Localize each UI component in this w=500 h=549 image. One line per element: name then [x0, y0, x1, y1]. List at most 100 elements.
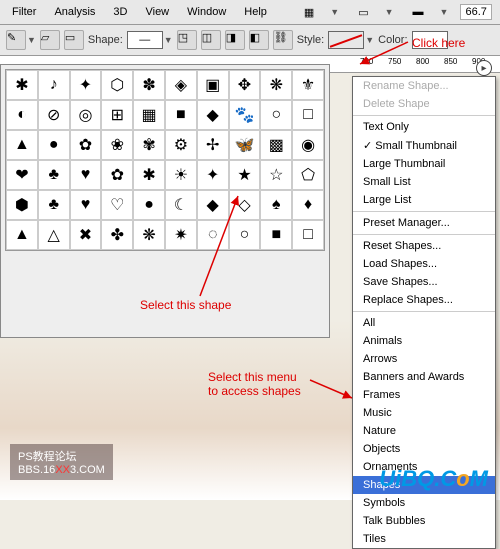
menu-help[interactable]: Help: [238, 4, 273, 20]
menu-item-large-list[interactable]: Large List: [353, 191, 495, 209]
menu-item-replace[interactable]: Replace Shapes...: [353, 291, 495, 309]
bridge-icon[interactable]: ▦: [297, 1, 321, 23]
view-extras-icon[interactable]: ▭: [351, 1, 375, 23]
shape-cell[interactable]: ☀: [165, 160, 197, 190]
shape-cell[interactable]: ⬠: [292, 160, 324, 190]
pen-tool-icon[interactable]: ✎: [6, 30, 26, 50]
shape-cell[interactable]: ♪: [38, 70, 70, 100]
shape-cell[interactable]: 🦋: [229, 130, 261, 160]
shape-cell[interactable]: ✱: [6, 70, 38, 100]
shape-cell[interactable]: ✷: [165, 220, 197, 250]
menu-view[interactable]: View: [139, 4, 175, 20]
shape-cell[interactable]: ✤: [101, 220, 133, 250]
shape-cell[interactable]: ●: [38, 130, 70, 160]
menu-item-banners[interactable]: Banners and Awards: [353, 368, 495, 386]
shape-cell[interactable]: ⬢: [6, 190, 38, 220]
shape-cell[interactable]: △: [38, 220, 70, 250]
shape-cell[interactable]: ⚙: [165, 130, 197, 160]
shape-cell[interactable]: ❀: [101, 130, 133, 160]
menu-window[interactable]: Window: [181, 4, 232, 20]
shape-cell[interactable]: ♦: [292, 190, 324, 220]
shape-cell[interactable]: ✦: [197, 160, 229, 190]
shape-cell[interactable]: ☾: [165, 190, 197, 220]
shape-cell[interactable]: ◆: [197, 190, 229, 220]
shape-cell[interactable]: ◐: [6, 100, 38, 130]
shape-cell[interactable]: ✦: [70, 70, 102, 100]
shape-cell[interactable]: ◉: [292, 130, 324, 160]
shape-cell[interactable]: □: [292, 220, 324, 250]
menu-item-objects[interactable]: Objects: [353, 440, 495, 458]
shape-cell[interactable]: ⚜: [292, 70, 324, 100]
link-icon[interactable]: ⛓: [273, 30, 293, 50]
shape-cell[interactable]: ▦: [133, 100, 165, 130]
shape-cell[interactable]: ❋: [133, 220, 165, 250]
screen-mode-icon[interactable]: ▬: [406, 1, 431, 23]
flyout-button[interactable]: ▸: [476, 60, 492, 76]
shape-cell[interactable]: ◈: [165, 70, 197, 100]
menu-item-all[interactable]: All: [353, 314, 495, 332]
shape-cell[interactable]: ♥: [70, 160, 102, 190]
paths-icon[interactable]: ▭: [64, 30, 84, 50]
menu-item-load[interactable]: Load Shapes...: [353, 255, 495, 273]
shape-cell[interactable]: ♥: [70, 190, 102, 220]
shape-cell[interactable]: ✱: [133, 160, 165, 190]
style-picker[interactable]: [328, 31, 364, 49]
shape-cell[interactable]: ✖: [70, 220, 102, 250]
menu-analysis[interactable]: Analysis: [48, 4, 101, 20]
menu-item-frames[interactable]: Frames: [353, 386, 495, 404]
shape-cell[interactable]: ◌: [197, 220, 229, 250]
shape-cell[interactable]: ◎: [70, 100, 102, 130]
shape-cell[interactable]: ■: [260, 220, 292, 250]
menu-item-save[interactable]: Save Shapes...: [353, 273, 495, 291]
menu-item-tiles[interactable]: Tiles: [353, 530, 495, 548]
shape-cell[interactable]: ⬡: [101, 70, 133, 100]
shape-cell[interactable]: ▩: [260, 130, 292, 160]
shape-cell[interactable]: ✾: [133, 130, 165, 160]
menu-item-symbols[interactable]: Symbols: [353, 494, 495, 512]
shape-cell[interactable]: ■: [165, 100, 197, 130]
shape-cell[interactable]: ❋: [260, 70, 292, 100]
menu-item-reset[interactable]: Reset Shapes...: [353, 237, 495, 255]
menu-item-large-thumb[interactable]: Large Thumbnail: [353, 155, 495, 173]
shape-cell[interactable]: ♠: [260, 190, 292, 220]
shape-cell[interactable]: ✽: [133, 70, 165, 100]
shape-cell[interactable]: ▲: [6, 220, 38, 250]
mode-icon-1[interactable]: ◳: [177, 30, 197, 50]
shape-cell[interactable]: ▲: [6, 130, 38, 160]
shape-cell[interactable]: ♣: [38, 190, 70, 220]
menu-item-small-list[interactable]: Small List: [353, 173, 495, 191]
shape-cell[interactable]: ●: [133, 190, 165, 220]
mode-icon-3[interactable]: ◨: [225, 30, 245, 50]
shape-cell[interactable]: □: [292, 100, 324, 130]
menu-item-preset-mgr[interactable]: Preset Manager...: [353, 214, 495, 232]
shape-picker[interactable]: —: [127, 31, 163, 49]
mode-icon-4[interactable]: ◧: [249, 30, 269, 50]
mode-icon-2[interactable]: ◫: [201, 30, 221, 50]
shape-cell[interactable]: ♣: [38, 160, 70, 190]
menu-item-talk-bubbles[interactable]: Talk Bubbles: [353, 512, 495, 530]
menu-item-small-thumb[interactable]: Small Thumbnail: [353, 136, 495, 155]
shape-cell[interactable]: ◆: [197, 100, 229, 130]
shape-cell[interactable]: ♡: [101, 190, 133, 220]
shape-cell[interactable]: ☆: [260, 160, 292, 190]
shape-cell[interactable]: ✢: [197, 130, 229, 160]
shape-cell[interactable]: ✥: [229, 70, 261, 100]
shape-cell[interactable]: ❤: [6, 160, 38, 190]
shape-cell[interactable]: ◇: [229, 190, 261, 220]
shape-cell[interactable]: ⊘: [38, 100, 70, 130]
menu-filter[interactable]: Filter: [6, 4, 42, 20]
shape-layers-icon[interactable]: ▱: [40, 30, 60, 50]
menu-3d[interactable]: 3D: [107, 4, 133, 20]
menu-item-music[interactable]: Music: [353, 404, 495, 422]
shape-cell[interactable]: ★: [229, 160, 261, 190]
shape-cell[interactable]: 🐾: [229, 100, 261, 130]
zoom-value[interactable]: 66.7: [460, 4, 491, 20]
menu-item-nature[interactable]: Nature: [353, 422, 495, 440]
shape-cell[interactable]: ✿: [70, 130, 102, 160]
menu-item-arrows[interactable]: Arrows: [353, 350, 495, 368]
shape-cell[interactable]: ○: [260, 100, 292, 130]
shape-cell[interactable]: ✿: [101, 160, 133, 190]
shape-cell[interactable]: ○: [229, 220, 261, 250]
shape-cell[interactable]: ⊞: [101, 100, 133, 130]
menu-item-animals[interactable]: Animals: [353, 332, 495, 350]
